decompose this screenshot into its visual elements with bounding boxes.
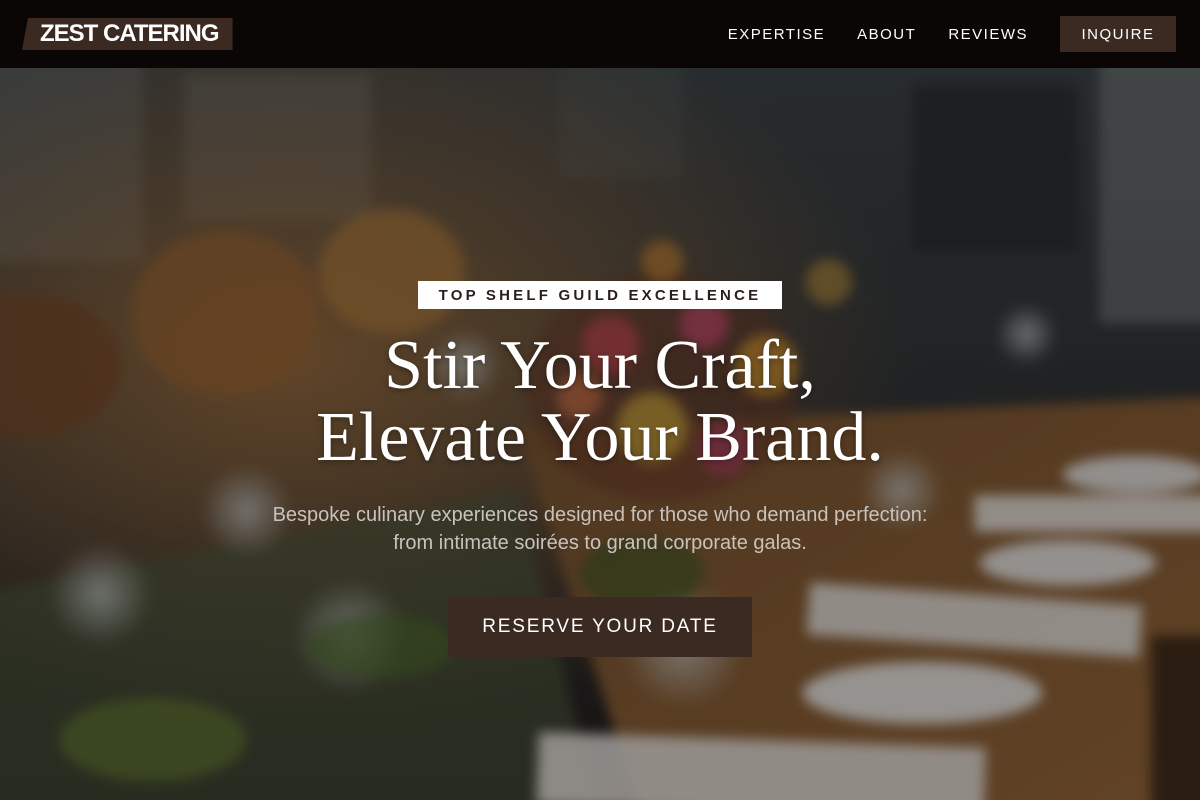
inquire-button[interactable]: INQUIRE <box>1060 16 1176 52</box>
hero-headline-line-1: Stir Your Craft, <box>384 327 816 404</box>
top-navbar: ZEST CATERING EXPERTISE ABOUT REVIEWS IN… <box>0 0 1200 68</box>
hero-subtext-line-1: Bespoke culinary experiences designed fo… <box>272 504 928 526</box>
nav-links: EXPERTISE ABOUT REVIEWS INQUIRE <box>728 16 1176 52</box>
landing-page: ZEST CATERING EXPERTISE ABOUT REVIEWS IN… <box>0 0 1200 800</box>
nav-link-about[interactable]: ABOUT <box>857 26 916 43</box>
nav-link-reviews[interactable]: REVIEWS <box>948 26 1028 43</box>
hero-subtext: Bespoke culinary experiences designed fo… <box>0 501 1200 557</box>
hero-headline-line-2: Elevate Your Brand. <box>316 399 884 476</box>
brand-logo[interactable]: ZEST CATERING <box>22 18 233 50</box>
hero-badge: TOP SHELF GUILD EXCELLENCE <box>418 281 782 309</box>
brand-name: ZEST CATERING <box>40 20 220 47</box>
reserve-date-button[interactable]: RESERVE YOUR DATE <box>448 597 752 657</box>
hero-content: TOP SHELF GUILD EXCELLENCE Stir Your Cra… <box>0 68 1200 800</box>
hero-subtext-line-2: from intimate soirées to grand corporate… <box>393 532 807 554</box>
nav-link-expertise[interactable]: EXPERTISE <box>728 26 825 43</box>
hero-headline: Stir Your Craft, Elevate Your Brand. <box>0 330 1200 474</box>
